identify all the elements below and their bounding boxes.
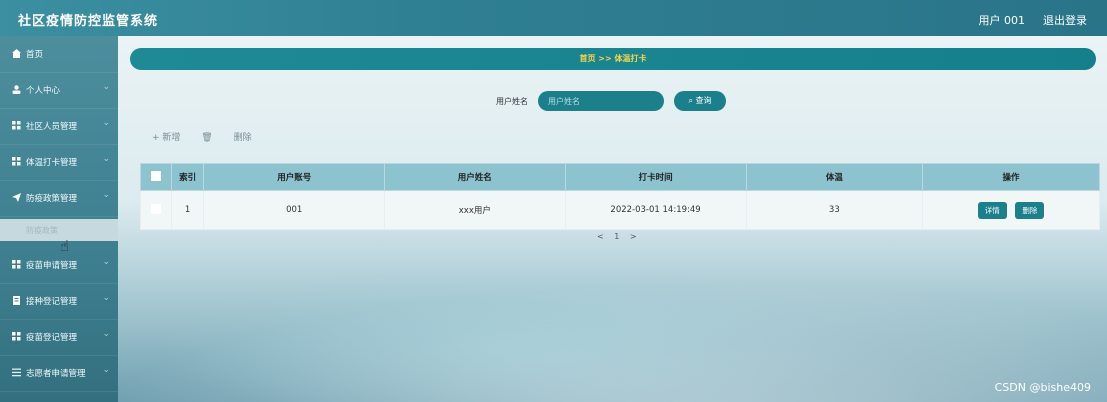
cell-temp: 33 bbox=[745, 190, 924, 230]
pagination: < 1 > bbox=[593, 232, 641, 241]
chevron-down-icon: ⌄ bbox=[102, 257, 110, 267]
next-page-button[interactable]: > bbox=[630, 232, 637, 241]
sidebar-item-label: 疫苗申请管理 bbox=[26, 261, 78, 271]
toolbar: + 新增 🗑 删除 bbox=[152, 130, 288, 143]
sidebar-item-label: 首页 bbox=[26, 50, 44, 60]
chevron-down-icon: ⌄ bbox=[102, 190, 110, 200]
sidebar-item-label: 社区人员管理 bbox=[26, 122, 78, 132]
prev-page-button[interactable]: < bbox=[597, 232, 604, 241]
batch-delete-button[interactable]: 🗑 删除 bbox=[201, 133, 269, 143]
grid-icon bbox=[12, 121, 21, 130]
chevron-down-icon: ⌄ bbox=[102, 118, 110, 128]
search-button[interactable]: ⌕ 查询 bbox=[674, 91, 726, 111]
logout-button[interactable]: 退出登录 bbox=[1043, 12, 1087, 28]
batch-delete-label: 删除 bbox=[233, 133, 252, 143]
header-temp: 体温 bbox=[745, 163, 924, 191]
data-table: 索引 用户账号 用户姓名 打卡时间 体温 操作 1 001 xxx用户 2022… bbox=[140, 163, 1100, 230]
sidebar-item-vaccine-apply[interactable]: 疫苗申请管理 ⌄ bbox=[0, 247, 118, 284]
row-checkbox[interactable] bbox=[150, 203, 161, 214]
cell-name: xxx用户 bbox=[384, 190, 566, 230]
hand-cursor-icon: ☝ bbox=[60, 237, 70, 255]
delete-button[interactable]: 删除 bbox=[1015, 201, 1045, 219]
sidebar-subitem-policy[interactable]: 防疫政策 bbox=[0, 219, 118, 241]
sidebar-item-label: 个人中心 bbox=[26, 86, 61, 96]
table-row: 1 001 xxx用户 2022-03-01 14:19:49 33 详情 删除 bbox=[140, 190, 1100, 230]
sidebar: 首页 个人中心 ⌄ 社区人员管理 ⌄ 体温打卡管理 ⌄ 防疫政策管理 ⌄ 防疫政… bbox=[0, 36, 118, 402]
sidebar-item-vaccine-register[interactable]: 疫苗登记管理 ⌄ bbox=[0, 319, 118, 356]
trash-icon: 🗑 bbox=[201, 133, 213, 143]
sidebar-item-home[interactable]: 首页 bbox=[0, 36, 118, 73]
chevron-down-icon: ⌄ bbox=[102, 154, 110, 164]
sidebar-item-label: 体温打卡管理 bbox=[26, 158, 78, 168]
select-all-cell bbox=[140, 163, 172, 191]
chevron-down-icon: ⌄ bbox=[102, 82, 110, 92]
detail-button[interactable]: 详情 bbox=[977, 201, 1007, 219]
grid-icon bbox=[12, 260, 21, 269]
add-button[interactable]: + 新增 bbox=[152, 133, 180, 143]
header-actions: 操作 bbox=[922, 163, 1100, 191]
sidebar-item-policy[interactable]: 防疫政策管理 ⌄ bbox=[0, 180, 118, 217]
home-icon bbox=[12, 49, 21, 58]
top-bar: 社区疫情防控监管系统 用户 001 退出登录 bbox=[0, 0, 1107, 36]
search-button-label: 查询 bbox=[695, 96, 712, 105]
sidebar-item-volunteer[interactable]: 志愿者申请管理 ⌄ bbox=[0, 355, 118, 392]
cell-time: 2022-03-01 14:19:49 bbox=[564, 190, 747, 230]
sidebar-item-profile[interactable]: 个人中心 ⌄ bbox=[0, 72, 118, 109]
user-label: 用户 001 bbox=[978, 14, 1026, 27]
sidebar-item-label: 防疫政策管理 bbox=[26, 194, 78, 204]
sidebar-item-label: 接种登记管理 bbox=[26, 297, 78, 307]
page-number[interactable]: 1 bbox=[614, 232, 619, 241]
header-time: 打卡时间 bbox=[564, 163, 747, 191]
app-title: 社区疫情防控监管系统 bbox=[18, 14, 159, 29]
chevron-down-icon: ⌄ bbox=[102, 293, 110, 303]
row-select-cell bbox=[140, 190, 172, 230]
grid-icon bbox=[12, 332, 21, 341]
header-index: 索引 bbox=[170, 163, 205, 191]
sidebar-item-label: 志愿者申请管理 bbox=[26, 369, 86, 379]
table-header-row: 索引 用户账号 用户姓名 打卡时间 体温 操作 bbox=[140, 163, 1100, 191]
select-all-checkbox[interactable] bbox=[150, 170, 161, 181]
search-row: 用户姓名 ⌕ 查询 bbox=[118, 91, 1107, 111]
user-icon bbox=[12, 85, 21, 94]
sidebar-item-residents[interactable]: 社区人员管理 ⌄ bbox=[0, 108, 118, 145]
main-content: 首页 >> 体温打卡 用户姓名 ⌕ 查询 + 新增 🗑 删除 索引 用户账号 用… bbox=[118, 36, 1107, 402]
sidebar-subitem-label: 防疫政策 bbox=[26, 226, 58, 235]
sidebar-item-vaccination[interactable]: 接种登记管理 ⌄ bbox=[0, 283, 118, 320]
search-icon: ⌕ bbox=[688, 96, 693, 105]
grid-icon bbox=[12, 157, 21, 166]
cell-index: 1 bbox=[170, 190, 205, 230]
breadcrumb: 首页 >> 体温打卡 bbox=[130, 48, 1096, 70]
list-icon bbox=[12, 368, 21, 377]
chevron-down-icon: ⌄ bbox=[102, 329, 110, 339]
send-icon bbox=[12, 193, 21, 202]
search-input[interactable] bbox=[538, 91, 664, 111]
sidebar-item-label: 疫苗登记管理 bbox=[26, 333, 78, 343]
watermark: CSDN @bishe409 bbox=[994, 381, 1091, 394]
doc-icon bbox=[12, 296, 20, 305]
search-label: 用户姓名 bbox=[496, 97, 528, 106]
header-name: 用户姓名 bbox=[384, 163, 566, 191]
sidebar-item-temperature[interactable]: 体温打卡管理 ⌄ bbox=[0, 144, 118, 181]
chevron-down-icon: ⌄ bbox=[102, 365, 110, 375]
header-account: 用户账号 bbox=[203, 163, 386, 191]
cell-account: 001 bbox=[203, 190, 386, 230]
cell-actions: 详情 删除 bbox=[922, 190, 1100, 230]
